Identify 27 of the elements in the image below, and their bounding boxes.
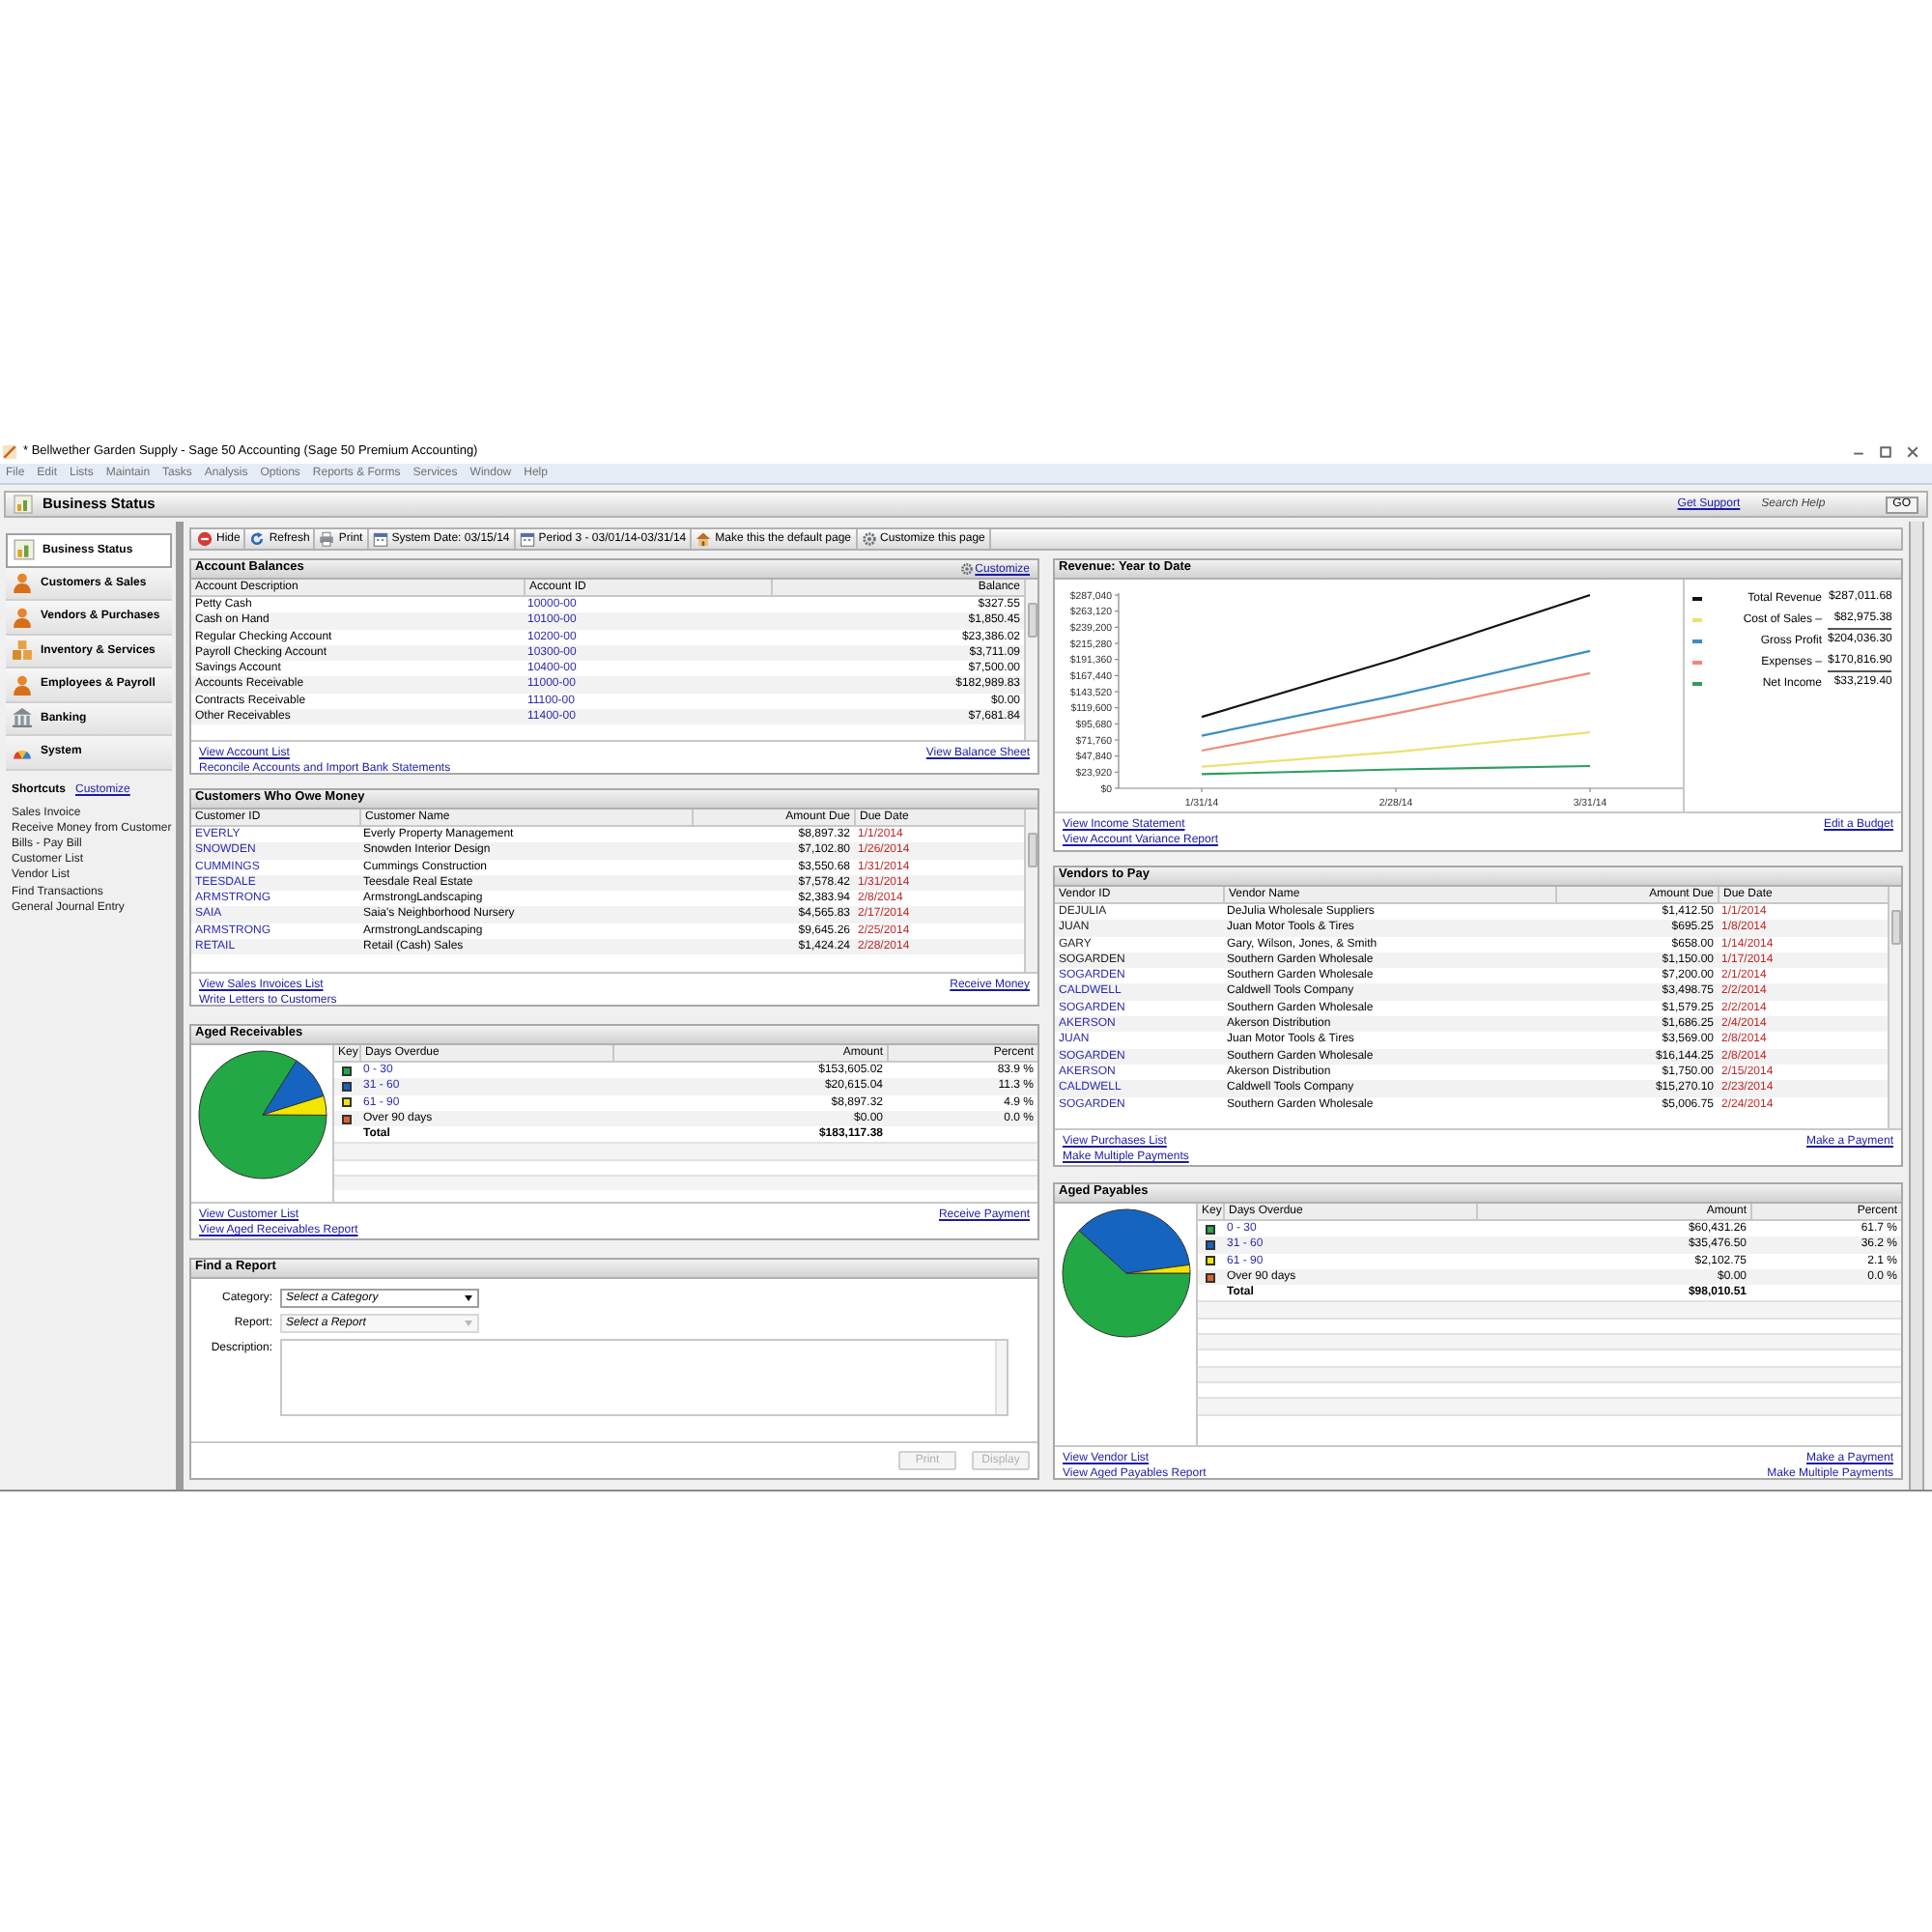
- pie-chart: [196, 1049, 327, 1180]
- scrollbar[interactable]: [1909, 522, 1924, 1490]
- printer-icon: [319, 531, 335, 547]
- boxes-icon: [12, 639, 33, 662]
- pie-chart: [1060, 1208, 1191, 1339]
- app-icon: [2, 444, 17, 460]
- stop-icon: [197, 531, 213, 547]
- house-icon: [696, 531, 712, 547]
- scrollbar[interactable]: [1888, 887, 1901, 1128]
- calendar-icon: [519, 531, 535, 547]
- chart-icon: [14, 539, 35, 561]
- person-icon: [12, 572, 33, 594]
- description-field[interactable]: [280, 1339, 1009, 1416]
- maximize-icon[interactable]: [1878, 444, 1893, 460]
- gear-icon: [861, 531, 877, 547]
- caret-icon: [464, 1294, 473, 1302]
- caret-icon: [464, 1320, 473, 1327]
- scrollbar[interactable]: [1024, 580, 1037, 740]
- close-icon[interactable]: [1905, 444, 1920, 460]
- chart-icon: [14, 495, 33, 514]
- bank-icon: [12, 707, 33, 729]
- calendar-icon: [372, 531, 388, 547]
- refresh-icon: [249, 531, 266, 547]
- scrollbar[interactable]: [1024, 810, 1037, 972]
- person-icon: [12, 606, 33, 628]
- gear-icon: [959, 562, 974, 576]
- person-icon: [12, 673, 33, 696]
